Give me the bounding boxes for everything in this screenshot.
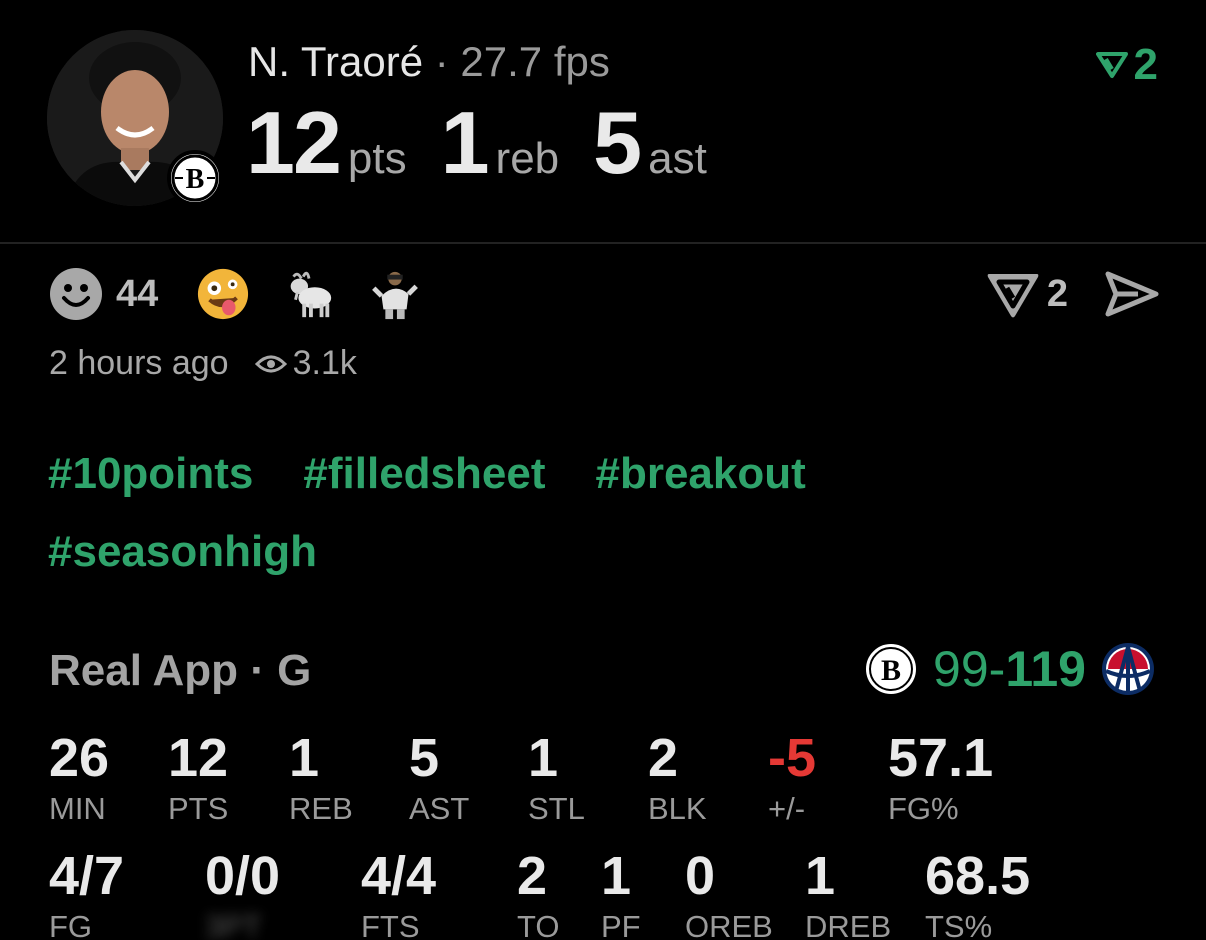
svg-text:B: B xyxy=(881,654,901,687)
zany-face-emoji-icon[interactable] xyxy=(196,267,250,321)
score-text: 99-119 xyxy=(933,640,1086,698)
stat-fg: 4/7 FG xyxy=(49,848,124,940)
stat-to: 2 TO xyxy=(517,848,560,940)
stat-value: 26 xyxy=(49,728,110,788)
stat-pts: 12 PTS xyxy=(168,730,228,828)
stat-value: 2 xyxy=(648,728,679,788)
game-source-title: Real App · G xyxy=(49,646,312,695)
headline-reb: 1 xyxy=(440,93,490,192)
headline-ast-unit: ast xyxy=(648,134,707,183)
stat-value: 12 xyxy=(168,728,229,788)
stat-value: 4/7 xyxy=(49,846,125,906)
stat-oreb: 0 OREB xyxy=(685,848,773,940)
stat-label: PTS xyxy=(168,791,229,826)
wizards-logo-icon xyxy=(1102,643,1154,695)
stat-label: FG xyxy=(49,909,93,940)
svg-text:B: B xyxy=(186,164,205,195)
stat-dreb: 1 DREB xyxy=(805,848,891,940)
stat-label: DREB xyxy=(805,909,892,940)
stat-3pt: 0/0 3PT xyxy=(205,848,280,940)
score-home: 99 xyxy=(933,641,989,697)
hashtag[interactable]: #filledsheet xyxy=(303,445,545,503)
view-count-wrap: 3.1k xyxy=(254,344,357,383)
view-count: 3.1k xyxy=(292,344,357,382)
stat-label: FTS xyxy=(361,909,420,940)
stat-label: +/- xyxy=(768,791,806,826)
vote-shield-icon[interactable] xyxy=(985,268,1041,320)
vote-action-count: 2 xyxy=(1046,272,1068,315)
stat-ts-pct: 68.5 TS% xyxy=(925,848,1030,940)
headline-pts: 12 xyxy=(246,93,342,192)
stat-label: STL xyxy=(528,791,585,826)
stat-value: 0 xyxy=(685,846,716,906)
eye-icon xyxy=(254,355,287,372)
stat-value: -5 xyxy=(768,728,817,788)
stat-label: TS% xyxy=(925,909,993,940)
stat-value: 68.5 xyxy=(925,846,1031,906)
post-actions: 2 xyxy=(985,266,1160,322)
stat-fg-pct: 57.1 FG% xyxy=(888,730,993,828)
smiley-reaction-icon[interactable] xyxy=(48,266,104,322)
stat-label: REB xyxy=(289,791,353,826)
nets-logo-icon: B xyxy=(864,642,919,696)
stat-reb: 1 REB xyxy=(289,730,353,828)
stat-value: 4/4 xyxy=(361,846,437,906)
game-score[interactable]: B 99-119 xyxy=(863,640,1156,698)
header-divider xyxy=(0,242,1206,244)
stat-value: 1 xyxy=(805,846,836,906)
stat-pf: 1 PF xyxy=(601,848,641,940)
player-header: N. Traoré · 27.7 fps xyxy=(248,38,610,86)
post-meta: 2 hours ago 3.1k xyxy=(49,344,357,383)
stat-value: 1 xyxy=(601,846,632,906)
headline-ast: 5 xyxy=(593,93,642,192)
hashtag-list: #10points #filledsheet #breakout #season… xyxy=(48,445,1008,581)
stat-label: OREB xyxy=(685,909,773,940)
headline-pts-unit: pts xyxy=(347,134,407,183)
stat-value: 5 xyxy=(409,728,440,788)
share-send-icon[interactable] xyxy=(1104,270,1160,318)
stat-value: 2 xyxy=(517,846,548,906)
hashtag[interactable]: #10points xyxy=(48,445,253,503)
stat-value: 1 xyxy=(528,728,559,788)
hashtag[interactable]: #seasonhigh xyxy=(48,523,317,581)
player-sticker-emoji-icon[interactable] xyxy=(368,267,422,321)
stat-label: AST xyxy=(409,791,470,826)
stat-label: MIN xyxy=(49,791,106,826)
fantasy-points: 27.7 fps xyxy=(460,38,610,85)
score-dash: - xyxy=(988,641,1006,697)
stat-stl: 1 STL xyxy=(528,730,585,828)
stat-value: 0/0 xyxy=(205,846,281,906)
headline-reb-unit: reb xyxy=(495,134,560,183)
reaction-count: 44 xyxy=(116,272,159,315)
post-time: 2 hours ago xyxy=(49,344,229,382)
stat-min: 26 MIN xyxy=(49,730,109,828)
vote-count: 2 xyxy=(1133,40,1158,89)
goat-emoji-icon[interactable] xyxy=(282,267,336,321)
nets-logo-badge: B xyxy=(167,150,223,206)
stat-value: 1 xyxy=(289,728,320,788)
stat-plus-minus: -5 +/- xyxy=(768,730,816,828)
player-name[interactable]: N. Traoré xyxy=(248,38,423,85)
headline-stats: 12 pts 1 reb 5 ast xyxy=(246,92,741,194)
stat-label: TO xyxy=(517,909,560,940)
stat-fts: 4/4 FTS xyxy=(361,848,436,940)
hashtag[interactable]: #breakout xyxy=(595,445,805,503)
stat-label: PF xyxy=(601,909,641,940)
reaction-bar: 44 xyxy=(48,266,454,322)
stat-blk: 2 BLK xyxy=(648,730,707,828)
stat-label: BLK xyxy=(648,791,707,826)
stat-ast: 5 AST xyxy=(409,730,469,828)
stat-label: 3PT xyxy=(205,909,262,940)
stat-value: 57.1 xyxy=(888,728,994,788)
separator-dot: · xyxy=(434,38,449,85)
score-away: 119 xyxy=(1005,641,1086,697)
stat-label: FG% xyxy=(888,791,959,826)
vote-indicator[interactable]: 2 xyxy=(1095,40,1158,90)
vote-chevron-icon xyxy=(1095,52,1128,78)
